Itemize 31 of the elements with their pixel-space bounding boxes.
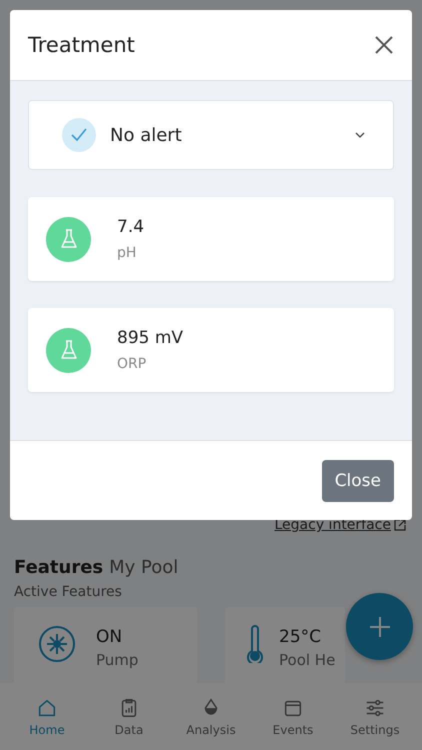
nav-tab[interactable]: Analysis (176, 696, 246, 736)
feature-value: 25°C (279, 627, 322, 647)
add-button[interactable] (346, 593, 413, 660)
feature-card[interactable]: ON Pump (14, 607, 197, 683)
reading-value: 895 mV (117, 328, 184, 348)
section-subtitle: Active Features (14, 584, 123, 600)
pool-name: My Pool (109, 557, 178, 578)
nav-tab[interactable]: Settings (340, 696, 410, 736)
plus-icon (368, 616, 390, 638)
reading-label: pH (117, 245, 138, 261)
nav-tab[interactable]: Data (94, 696, 164, 736)
flask-icon (60, 340, 78, 360)
feature-name: Pool He (279, 651, 336, 669)
thermometer-icon (245, 625, 265, 663)
modal-title: Treatment (28, 33, 135, 57)
alert-dropdown[interactable]: No alert (28, 100, 394, 170)
external-link-icon (394, 519, 406, 531)
nav-tab[interactable]: Home (12, 696, 82, 736)
section-title: Features (14, 557, 104, 578)
feature-name: Pump (96, 651, 138, 669)
close-button[interactable]: Close (322, 460, 394, 502)
check-icon (62, 118, 96, 152)
nav-tab[interactable]: Events (258, 696, 328, 736)
chevron-down-icon (355, 132, 365, 138)
feature-value: ON (96, 627, 124, 647)
feature-card[interactable]: 25°C Pool He (225, 607, 345, 683)
flask-icon (60, 229, 78, 249)
fan-icon (38, 625, 76, 663)
legacy-link[interactable]: Legacy interface (274, 517, 406, 533)
reading-value: 7.4 (117, 217, 144, 237)
reading-label: ORP (117, 356, 148, 372)
